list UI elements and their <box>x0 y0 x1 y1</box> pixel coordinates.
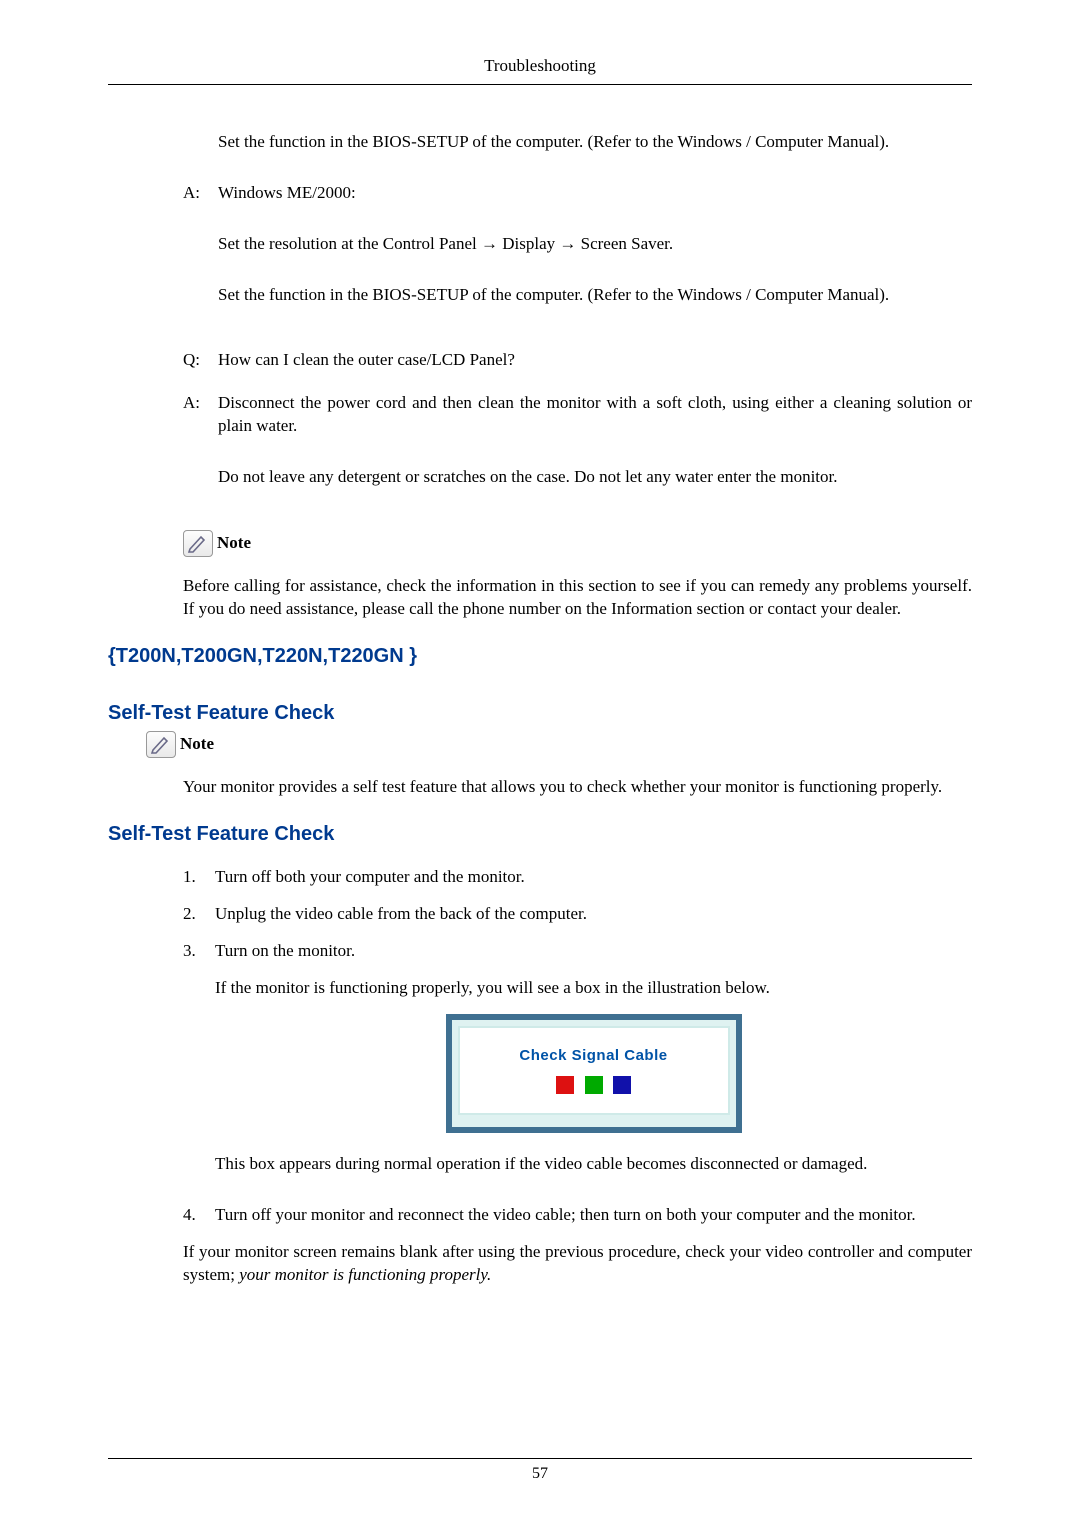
body-text: Set the function in the BIOS-SETUP of th… <box>218 131 972 154</box>
body-text: This box appears during normal operation… <box>215 1153 972 1176</box>
list-number: 2. <box>183 903 215 926</box>
blue-square-icon <box>613 1076 631 1094</box>
answer-row: A: Disconnect the power cord and then cl… <box>183 392 972 517</box>
closing-paragraph: If your monitor screen remains blank aft… <box>183 1241 972 1287</box>
body-text: Set the function in the BIOS-SETUP of th… <box>218 284 972 307</box>
body-text: If the monitor is functioning properly, … <box>215 977 972 1000</box>
answer-row: A: Windows ME/2000: Set the resolution a… <box>183 182 972 335</box>
list-body: Turn off both your computer and the moni… <box>215 866 972 889</box>
list-body: Turn off your monitor and reconnect the … <box>215 1204 972 1227</box>
list-number: 4. <box>183 1204 215 1227</box>
section-heading: Self-Test Feature Check <box>108 700 972 727</box>
page-footer: 57 <box>108 1458 972 1485</box>
list-number: 3. <box>183 940 215 1190</box>
figure: Check Signal Cable <box>215 1014 972 1133</box>
list-item: 1. Turn off both your computer and the m… <box>183 866 972 889</box>
header-title: Troubleshooting <box>108 55 972 85</box>
note-block: Note <box>146 731 972 758</box>
note-block: Note <box>183 530 972 557</box>
note-icon <box>146 731 176 758</box>
page-number: 57 <box>532 1465 548 1482</box>
rgb-squares <box>468 1076 720 1101</box>
note-label: Note <box>217 532 251 555</box>
answer-label: A: <box>183 392 218 517</box>
body-text: Set the resolution at the Control Panel … <box>218 233 972 256</box>
question-row: Q: How can I clean the outer case/LCD Pa… <box>183 349 972 372</box>
list-body: Turn on the monitor. If the monitor is f… <box>215 940 972 1190</box>
list-item: 2. Unplug the video cable from the back … <box>183 903 972 926</box>
body-text: Disconnect the power cord and then clean… <box>218 392 972 438</box>
list-item: 3. Turn on the monitor. If the monitor i… <box>183 940 972 1190</box>
red-square-icon <box>556 1076 574 1094</box>
model-heading: {T200N,T200GN,T220N,T220GN } <box>108 643 972 670</box>
answer-body: Disconnect the power cord and then clean… <box>218 392 972 517</box>
prev-answer-continuation: Set the function in the BIOS-SETUP of th… <box>218 131 972 154</box>
section-heading: Self-Test Feature Check <box>108 821 972 848</box>
check-signal-text: Check Signal Cable <box>468 1046 720 1066</box>
list-number: 1. <box>183 866 215 889</box>
green-square-icon <box>585 1076 603 1094</box>
answer-body: Windows ME/2000: Set the resolution at t… <box>218 182 972 335</box>
note-label: Note <box>180 733 214 756</box>
monitor-illustration: Check Signal Cable <box>446 1014 742 1133</box>
question-body: How can I clean the outer case/LCD Panel… <box>218 349 972 372</box>
answer-label: A: <box>183 182 218 335</box>
body-text: Windows ME/2000: <box>218 182 972 205</box>
list-body: Unplug the video cable from the back of … <box>215 903 972 926</box>
monitor-screen: Check Signal Cable <box>458 1026 730 1115</box>
note-icon <box>183 530 213 557</box>
closing-italic: your monitor is functioning properly. <box>239 1265 491 1284</box>
note-body: Before calling for assistance, check the… <box>183 575 972 621</box>
page: Troubleshooting Set the function in the … <box>0 0 1080 1527</box>
list-item: 4. Turn off your monitor and reconnect t… <box>183 1204 972 1227</box>
section-body: Your monitor provides a self test featur… <box>183 776 972 799</box>
body-text: Turn on the monitor. <box>215 940 972 963</box>
body-text: Do not leave any detergent or scratches … <box>218 466 972 489</box>
question-label: Q: <box>183 349 218 372</box>
